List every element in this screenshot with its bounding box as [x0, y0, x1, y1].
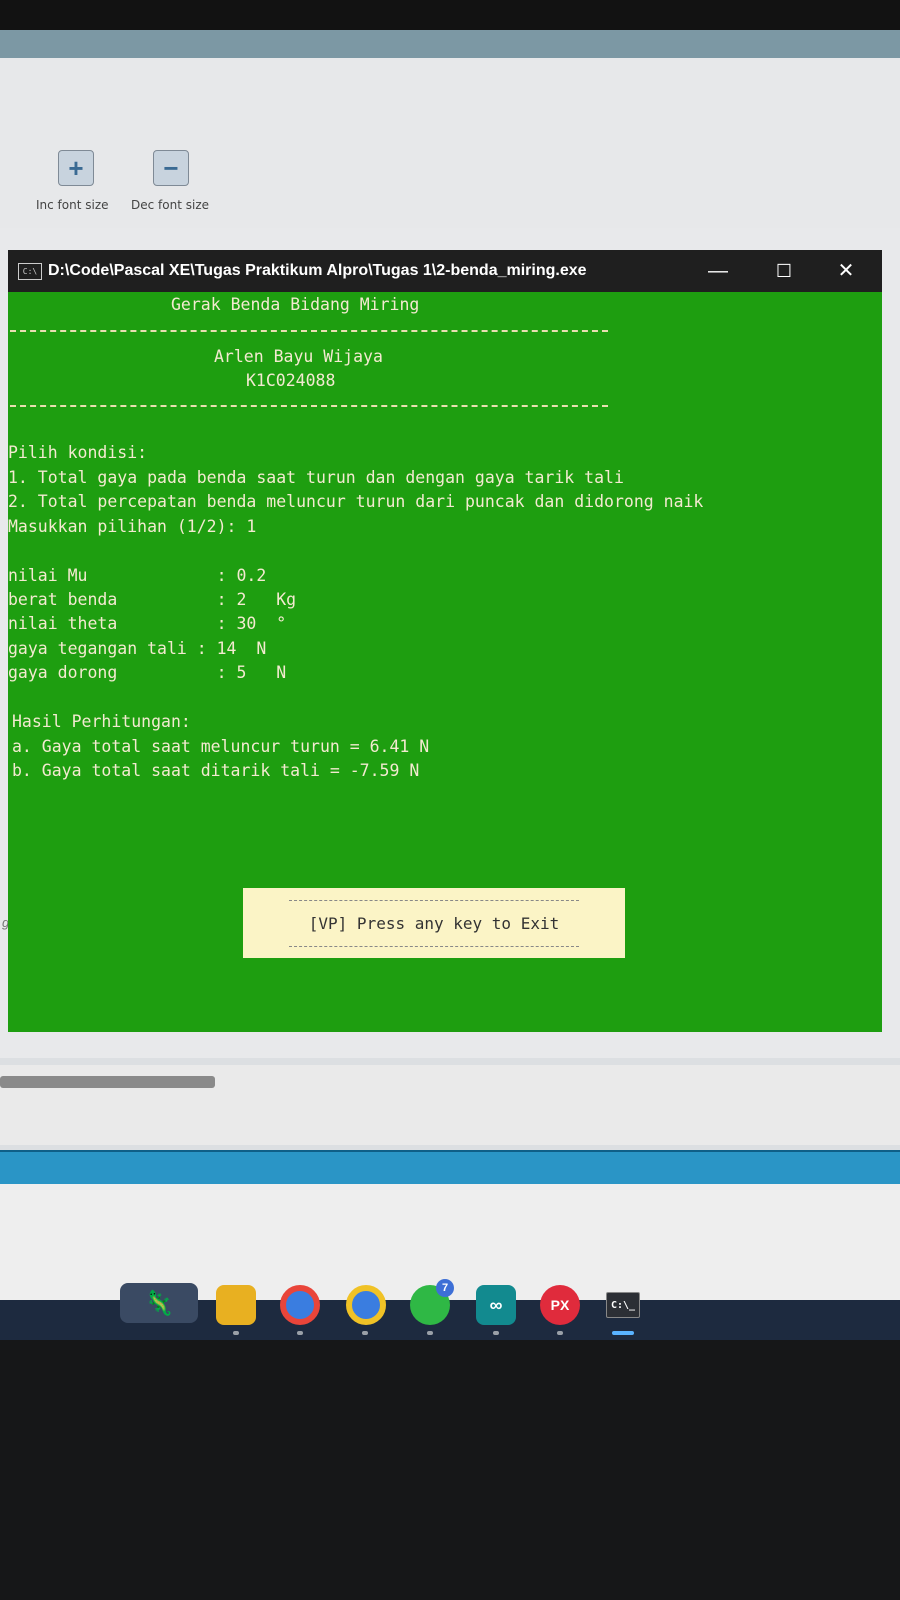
- console-window: C:\ D:\Code\Pascal XE\Tugas Praktikum Al…: [8, 250, 882, 1032]
- whatsapp-badge: 7: [436, 1279, 454, 1297]
- exit-message: [VP] Press any key to Exit: [308, 914, 560, 933]
- chrome-icon[interactable]: [280, 1285, 320, 1325]
- folder-icon[interactable]: [216, 1285, 256, 1325]
- dec-font-size-label: Dec font size: [131, 198, 209, 212]
- value-dorong: gaya dorong : 5 N: [8, 663, 287, 682]
- program-heading: Gerak Benda Bidang Miring: [171, 295, 420, 314]
- choice-input-line: Masukkan pilihan (1/2): 1: [8, 517, 257, 536]
- exit-message-box[interactable]: [VP] Press any key to Exit: [243, 888, 625, 958]
- taskbar-indicator: [557, 1331, 563, 1335]
- student-id: K1C024088: [246, 371, 336, 390]
- separator-line: [10, 405, 608, 407]
- value-mu: nilai Mu : 0.2: [8, 566, 267, 585]
- ide-toolbar: + Inc font size − Dec font size: [0, 58, 900, 228]
- value-berat: berat benda : 2 Kg: [8, 590, 297, 609]
- taskbar-indicator: [297, 1331, 303, 1335]
- taskbar-indicator: [427, 1331, 433, 1335]
- result-b: b. Gaya total saat ditarik tali = -7.59 …: [12, 761, 420, 780]
- result-a: a. Gaya total saat meluncur turun = 6.41…: [12, 737, 430, 756]
- terminal-icon[interactable]: C:\_: [606, 1292, 640, 1318]
- box-dash-bottom: [289, 946, 579, 947]
- inc-font-size-label: Inc font size: [36, 198, 109, 212]
- horizontal-scrollbar[interactable]: [0, 1076, 215, 1088]
- monitor-bezel-bottom: [0, 1340, 900, 1600]
- screen: + Inc font size − Dec font size ga C:\ D…: [0, 30, 900, 1340]
- minus-icon: −: [163, 152, 179, 183]
- chrome-profile-icon[interactable]: [346, 1285, 386, 1325]
- console-titlebar[interactable]: C:\ D:\Code\Pascal XE\Tugas Praktikum Al…: [8, 250, 882, 292]
- separator-line: [10, 330, 608, 332]
- dec-font-size-button[interactable]: −: [153, 150, 189, 186]
- close-button[interactable]: ✕: [826, 258, 866, 284]
- desktop-strip: [0, 30, 900, 58]
- maximize-button[interactable]: ☐: [764, 258, 804, 284]
- window-title: D:\Code\Pascal XE\Tugas Praktikum Alpro\…: [48, 262, 587, 279]
- console-output: Gerak Benda Bidang Miring Arlen Bayu Wij…: [8, 292, 882, 1032]
- option-2: 2. Total percepatan benda meluncur turun…: [8, 492, 704, 511]
- inc-font-size-button[interactable]: +: [58, 150, 94, 186]
- taskbar-active-indicator: [612, 1331, 634, 1335]
- result-title: Hasil Perhitungan:: [12, 712, 191, 731]
- taskbar-indicator: [362, 1331, 368, 1335]
- value-tegangan: gaya tegangan tali : 14 N: [8, 639, 267, 658]
- plus-icon: +: [68, 152, 84, 183]
- monitor-bezel-top: [0, 0, 900, 30]
- author-name: Arlen Bayu Wijaya: [214, 347, 383, 366]
- widgets-icon[interactable]: 🦎: [120, 1283, 198, 1323]
- box-dash-top: [289, 900, 579, 901]
- option-1: 1. Total gaya pada benda saat turun dan …: [8, 468, 624, 487]
- arduino-icon[interactable]: ∞: [476, 1285, 516, 1325]
- whatsapp-icon[interactable]: 7: [410, 1279, 454, 1325]
- value-theta: nilai theta : 30 °: [8, 614, 287, 633]
- px-icon[interactable]: PX: [540, 1285, 580, 1325]
- prompt-title: Pilih kondisi:: [8, 443, 148, 462]
- taskbar-indicator: [493, 1331, 499, 1335]
- taskbar-indicator: [233, 1331, 239, 1335]
- ide-status-bar: [0, 1150, 900, 1186]
- console-app-icon: C:\: [18, 263, 42, 280]
- minimize-button[interactable]: —: [698, 258, 738, 284]
